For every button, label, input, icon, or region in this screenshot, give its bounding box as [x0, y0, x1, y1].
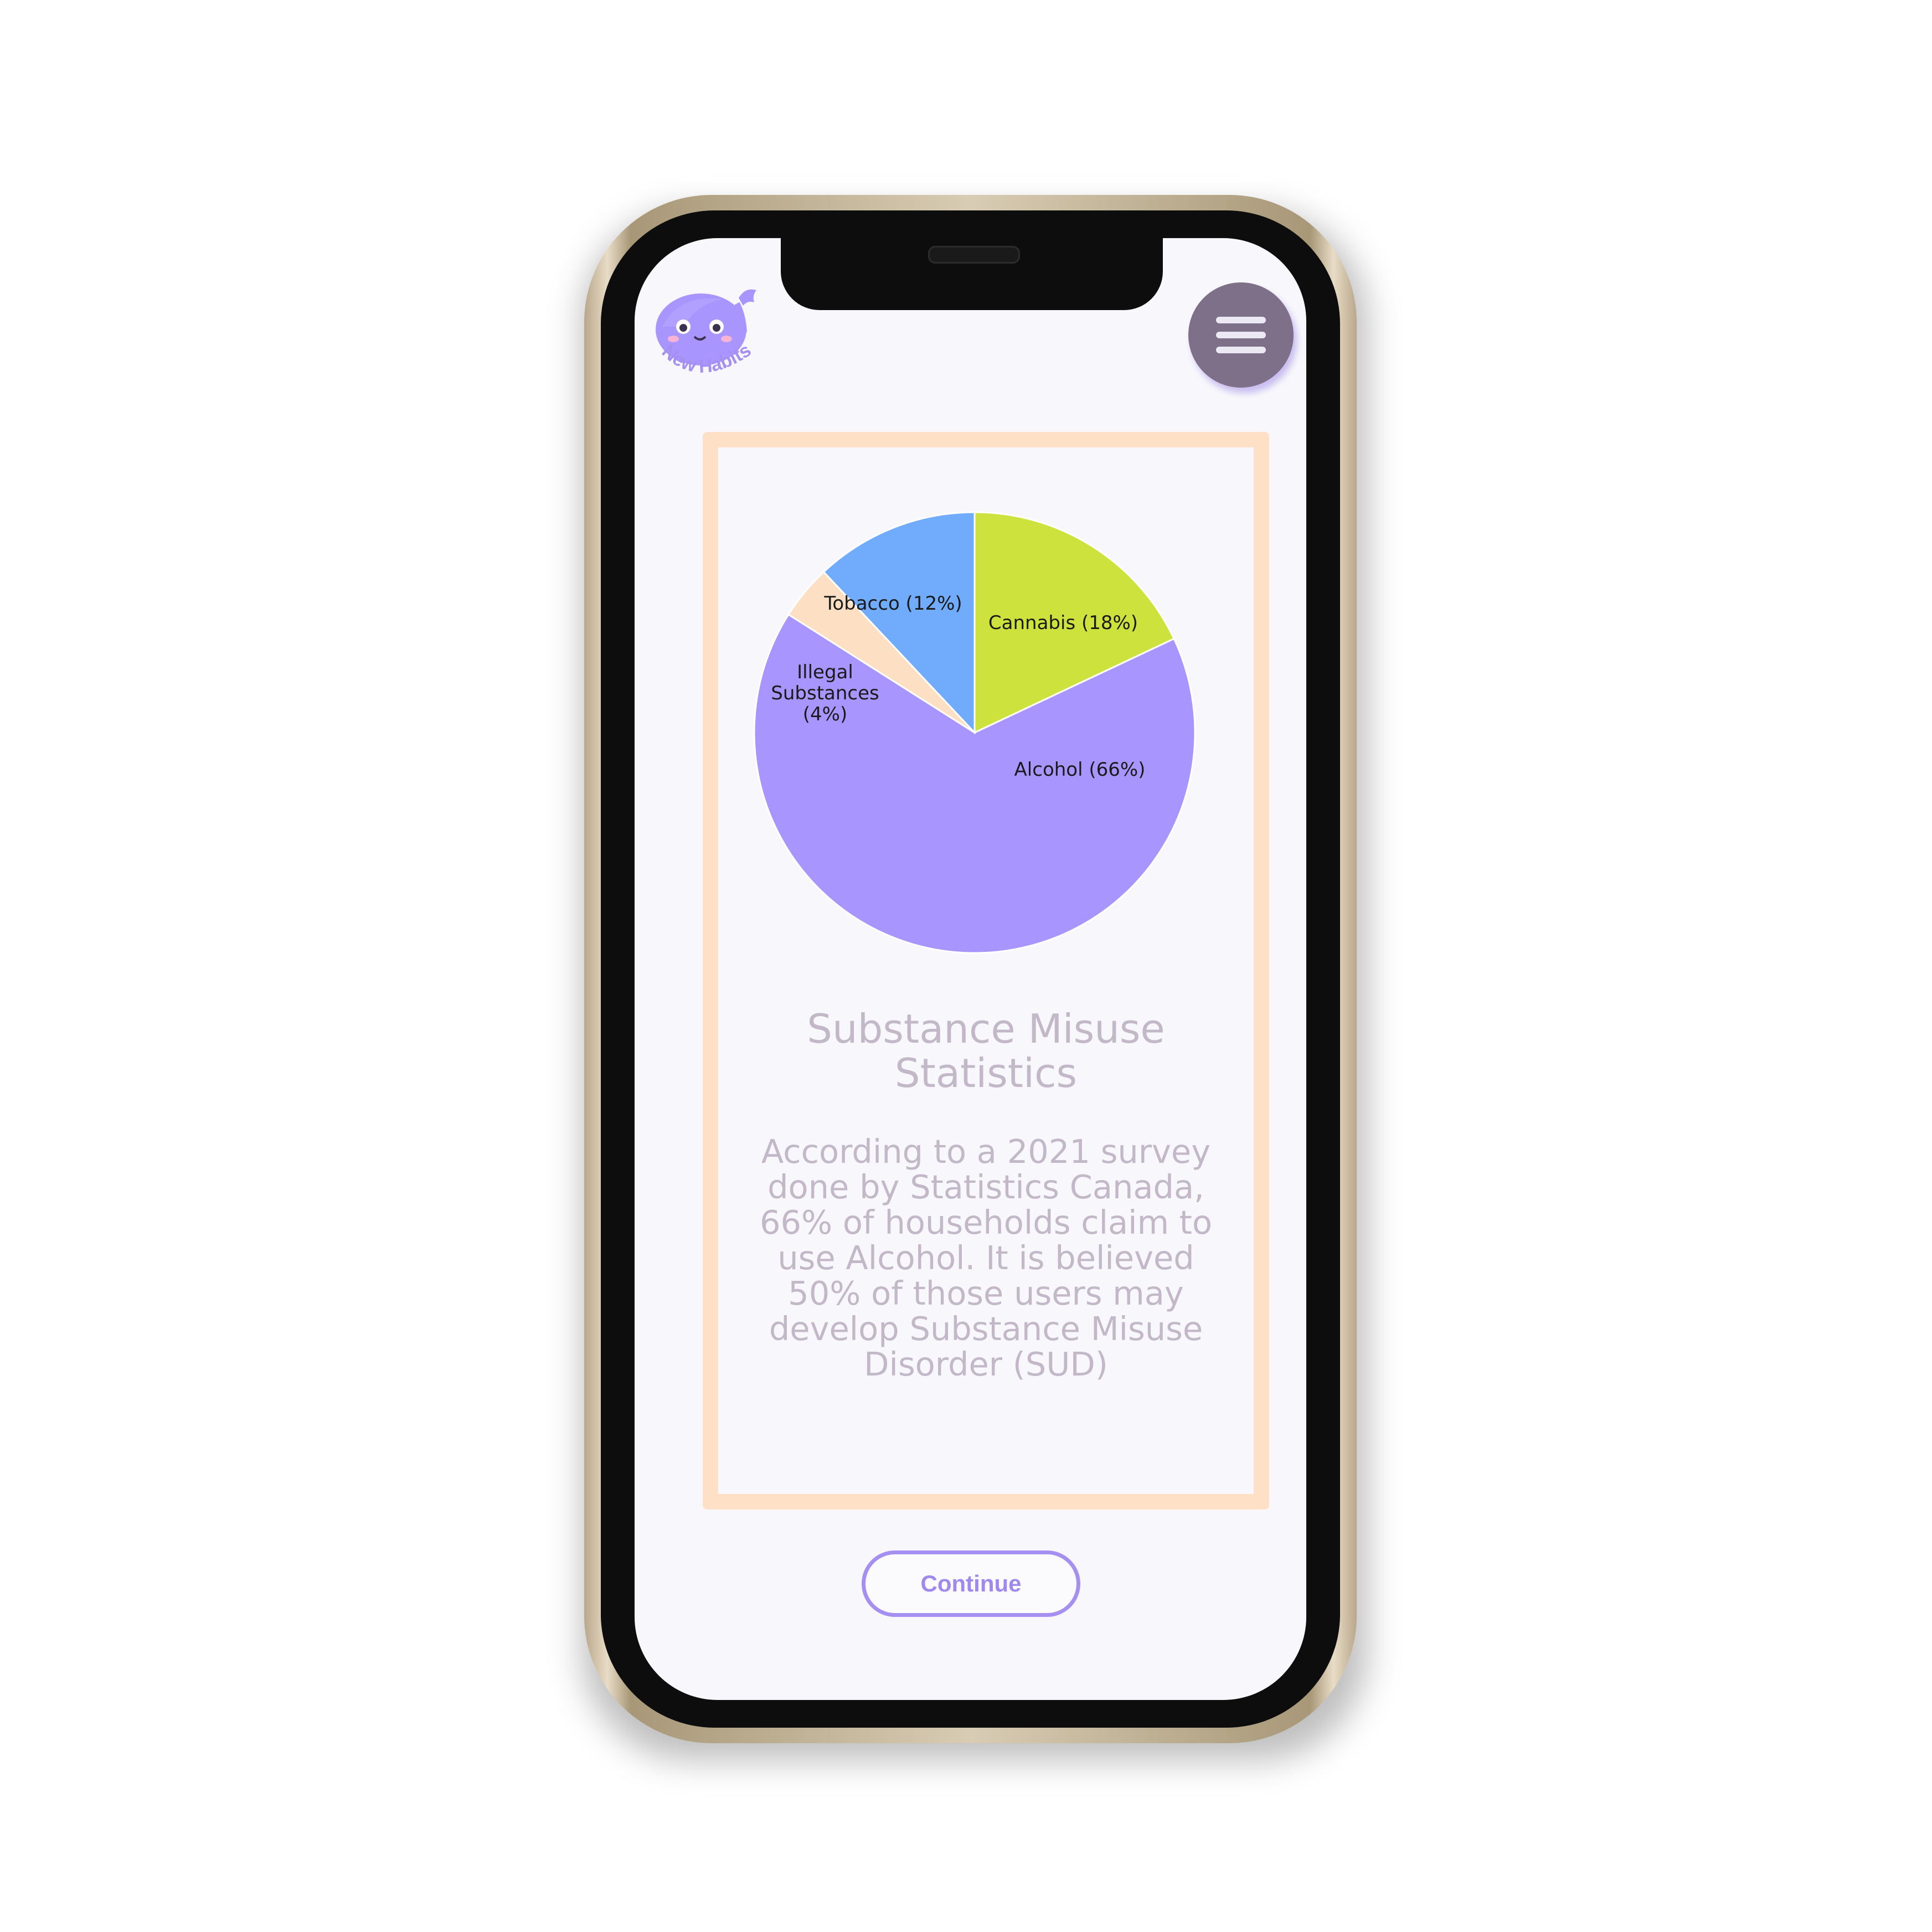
- substance-pie-chart: Cannabis (18%)Alcohol (66%)Illegal Substa…: [753, 511, 1196, 954]
- statistics-card: Cannabis (18%) Alcohol (66%) Illegal Substa…: [703, 432, 1269, 1509]
- continue-button[interactable]: Continue: [862, 1550, 1080, 1617]
- menu-bar-bottom: [1216, 347, 1266, 353]
- menu-button[interactable]: [1188, 282, 1294, 388]
- speaker-grille: [928, 246, 1020, 264]
- menu-bar-top: [1216, 317, 1266, 323]
- pie-label-cannabis: Cannabis (18%): [988, 612, 1138, 634]
- phone-notch: [781, 238, 1163, 310]
- card-body-text: According to a 2021 survey done by Stati…: [759, 1132, 1213, 1383]
- pie-label-tobacco: Tobacco (12%): [823, 593, 962, 615]
- card-title: Substance Misuse Statistics: [807, 1006, 1165, 1096]
- menu-bar-middle: [1216, 332, 1266, 338]
- pie-label-alcohol: Alcohol (66%): [1014, 759, 1146, 781]
- phone-screen: New Habits Cannabis (18%) Alcohol (66%) Il…: [635, 238, 1306, 1700]
- new-habits-logo: New Habits: [656, 289, 756, 377]
